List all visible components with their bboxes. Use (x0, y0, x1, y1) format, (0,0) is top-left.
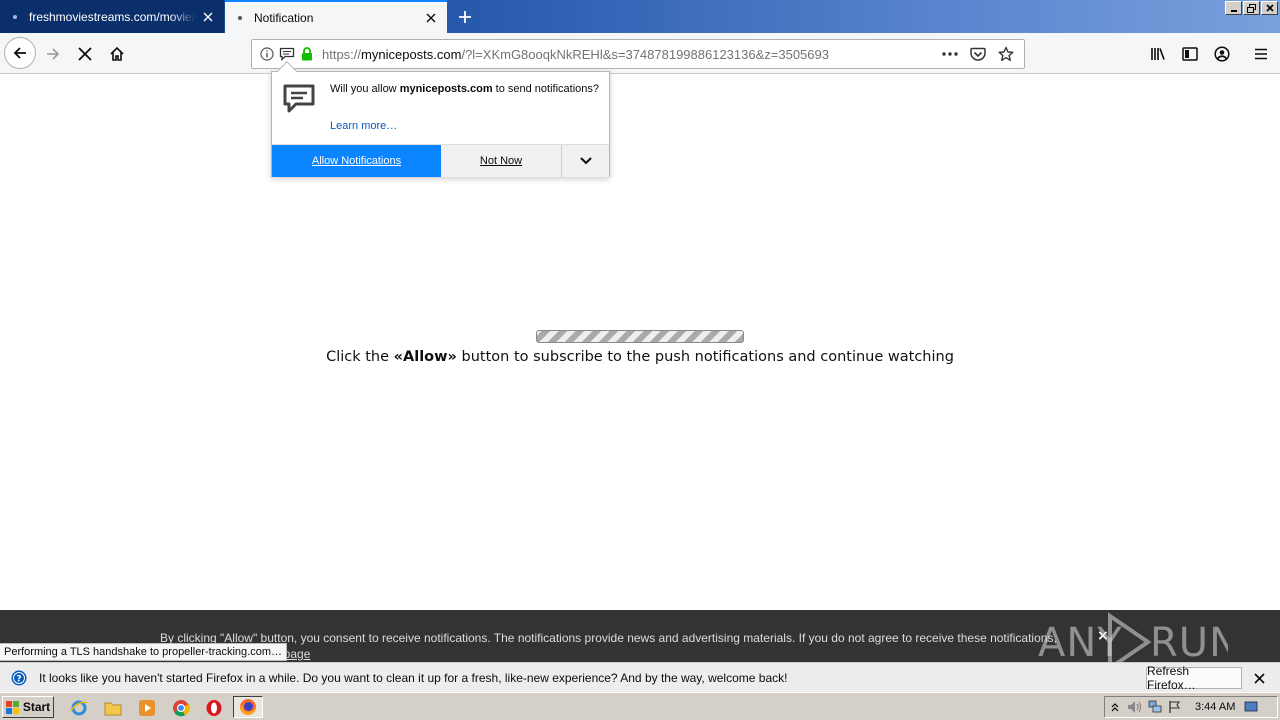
permission-message: Will you allow myniceposts.com to send n… (330, 83, 600, 95)
info-icon[interactable] (258, 45, 276, 63)
volume-icon[interactable] (1125, 698, 1145, 716)
stop-x-icon (78, 47, 92, 61)
tab-strip: freshmoviestreams.com/movie/67 Notificat… (0, 0, 1280, 33)
chrome-icon[interactable] (171, 698, 191, 718)
url-actions (936, 42, 1020, 66)
svg-text:?: ? (16, 674, 21, 684)
url-bar[interactable]: https://myniceposts.com/?l=XKmG8ooqkNkRE… (251, 39, 1025, 69)
tab-close-icon[interactable] (196, 5, 220, 29)
plus-icon (459, 11, 471, 23)
firefox-taskbar-button[interactable] (233, 696, 263, 718)
forward-arrow-icon (47, 48, 60, 60)
pocket-icon[interactable] (964, 42, 992, 66)
bookmark-star-icon[interactable] (992, 42, 1020, 66)
home-button[interactable] (101, 38, 133, 70)
stop-button[interactable] (69, 38, 101, 70)
learn-more-link[interactable]: Learn more… (330, 120, 397, 132)
refresh-firefox-button[interactable]: Refresh Firefox… (1146, 664, 1242, 692)
message-allow-emphasis: «Allow» (393, 349, 457, 365)
account-button[interactable] (1206, 38, 1238, 70)
infobar-close-icon[interactable] (1250, 669, 1268, 687)
forward-button[interactable] (37, 38, 69, 70)
url-text[interactable]: https://myniceposts.com/?l=XKmG8ooqkNkRE… (322, 47, 936, 62)
refresh-firefox-infobar: ? It looks like you haven't started Fire… (0, 662, 1280, 692)
hamburger-icon (1255, 48, 1267, 60)
back-button[interactable] (4, 37, 36, 69)
close-window-button[interactable] (1261, 1, 1278, 15)
permission-buttons: Allow Notifications Not Now (272, 144, 609, 177)
taskbar-clock[interactable]: 3:44 AM (1195, 701, 1235, 713)
back-arrow-icon (13, 47, 26, 59)
tab-close-icon[interactable] (419, 6, 443, 30)
permission-dropdown-button[interactable] (562, 145, 609, 177)
navigation-toolbar: https://myniceposts.com/?l=XKmG8ooqkNkRE… (0, 33, 1280, 74)
permission-site: myniceposts.com (399, 83, 493, 95)
windows-logo-icon (5, 700, 19, 714)
start-label: Start (22, 700, 51, 714)
tab-favicon (13, 14, 17, 19)
sidebar-icon (1182, 47, 1198, 61)
status-panel: Performing a TLS handshake to propeller-… (0, 643, 287, 661)
windows-taskbar: Start 3:44 AM (0, 692, 1280, 720)
info-circle-icon: ? (11, 670, 27, 685)
tab-title: freshmoviestreams.com/movie/67 (29, 9, 196, 24)
sidebar-button[interactable] (1174, 38, 1206, 70)
page-actions-menu-icon[interactable] (936, 42, 964, 66)
anyrun-watermark: ANY RUN (1038, 610, 1228, 670)
tab-favicon (238, 15, 242, 20)
chat-bubble-icon (283, 84, 315, 113)
infobar-message: It looks like you haven't started Firefo… (39, 670, 788, 685)
minimize-button[interactable] (1225, 1, 1242, 15)
anyrun-logo-icon: ANY RUN (1038, 612, 1228, 670)
watermark-text: ANY (1038, 620, 1123, 666)
firefox-icon (240, 699, 256, 715)
file-explorer-icon[interactable] (103, 698, 123, 718)
window-controls (1225, 1, 1278, 15)
loading-progress-bar (536, 330, 744, 343)
svg-text:RUN: RUN (1150, 620, 1228, 666)
show-desktop-icon[interactable] (1241, 698, 1261, 716)
consent-text: By clicking "Allow" button, you consent … (160, 631, 1057, 645)
new-tab-button[interactable] (452, 4, 478, 30)
chevron-down-icon (579, 157, 592, 165)
network-icon[interactable] (1145, 698, 1165, 716)
not-now-button[interactable]: Not Now (441, 145, 562, 177)
library-button[interactable] (1142, 38, 1174, 70)
subscribe-instructions: Click the «Allow» button to subscribe to… (0, 349, 1280, 365)
account-icon (1214, 46, 1230, 62)
message-suffix: button to subscribe to the push notifica… (456, 349, 954, 365)
tab-notification[interactable]: Notification (225, 0, 447, 33)
media-player-icon[interactable] (137, 698, 157, 718)
url-scheme: https:// (322, 46, 362, 62)
url-host: myniceposts.com (361, 46, 462, 62)
notification-permission-popup: Will you allow myniceposts.com to send n… (271, 61, 610, 177)
tray-expand-icon[interactable] (1105, 698, 1125, 716)
menu-button[interactable] (1245, 38, 1277, 70)
url-path: /?l=XKmG8ooqkNkREHl&s=374878199886123136… (461, 46, 829, 62)
start-button[interactable]: Start (2, 696, 54, 718)
lock-icon[interactable] (298, 45, 316, 63)
opera-icon[interactable] (204, 698, 224, 718)
library-icon (1151, 48, 1165, 60)
tab-freshmoviestreams[interactable]: freshmoviestreams.com/movie/67 (0, 0, 224, 33)
action-center-flag-icon[interactable] (1165, 698, 1185, 716)
allow-notifications-button[interactable]: Allow Notifications (272, 145, 441, 177)
home-icon (110, 46, 124, 61)
restore-button[interactable] (1243, 1, 1260, 15)
tab-title: Notification (254, 10, 314, 25)
internet-explorer-icon[interactable] (69, 698, 89, 718)
message-prefix: Click the (326, 349, 394, 365)
not-now-label: Not Now (479, 155, 523, 167)
system-tray: 3:44 AM (1104, 696, 1278, 718)
